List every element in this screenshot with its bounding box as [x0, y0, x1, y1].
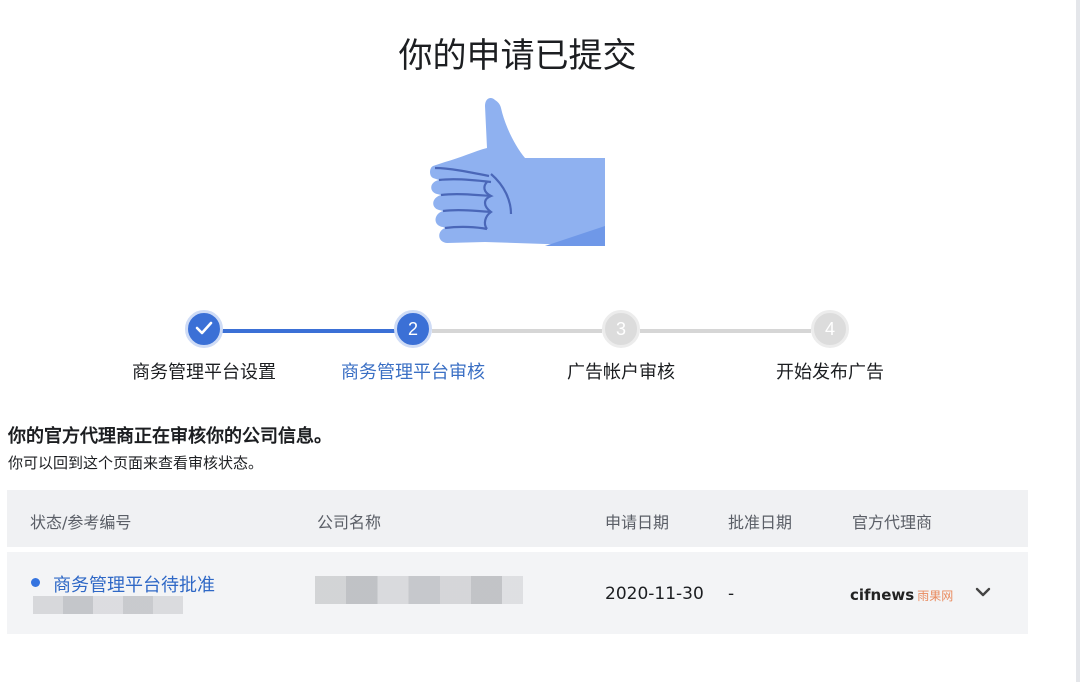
chevron-down-icon[interactable]: [975, 583, 991, 603]
step-2-circle: 2: [394, 310, 432, 348]
agent-logo: cifnews 雨果网: [850, 586, 953, 604]
header-approve-date: 批准日期: [728, 513, 793, 532]
step-connector: [432, 329, 602, 333]
step-1-circle: [185, 310, 223, 348]
apply-date: 2020-11-30: [605, 584, 704, 604]
approve-date: -: [728, 584, 735, 604]
page-title: 你的申请已提交: [398, 36, 637, 76]
company-name-redacted: [315, 576, 523, 604]
step-3-circle: 3: [602, 310, 640, 348]
step-1-label: 商务管理平台设置: [132, 362, 276, 383]
thumbs-up-icon: [425, 96, 610, 256]
status-dot: [31, 578, 40, 587]
step-connector-complete: [222, 329, 395, 333]
status-text: 商务管理平台待批准: [53, 575, 215, 596]
agent-logo-cn: 雨果网: [917, 589, 954, 603]
header-company: 公司名称: [317, 513, 382, 532]
table-row[interactable]: 商务管理平台待批准 2020-11-30 - cifnews 雨果网: [7, 552, 1028, 634]
step-2-label: 商务管理平台审核: [341, 362, 485, 383]
agent-logo-main: cifnews: [850, 586, 915, 604]
table-header: 状态/参考编号 公司名称 申请日期 批准日期 官方代理商: [7, 490, 1028, 547]
reference-number-redacted: [33, 596, 183, 614]
check-icon: [195, 319, 213, 340]
review-subheading: 你可以回到这个页面来查看审核状态。: [8, 454, 264, 472]
step-4-label: 开始发布广告: [776, 362, 884, 383]
step-3-label: 广告帐户审核: [567, 362, 675, 383]
header-status: 状态/参考编号: [30, 513, 132, 532]
header-agent: 官方代理商: [852, 513, 933, 532]
step-connector: [640, 329, 811, 333]
review-heading: 你的官方代理商正在审核你的公司信息。: [8, 426, 332, 447]
application-table: 状态/参考编号 公司名称 申请日期 批准日期 官方代理商 商务管理平台待批准 2…: [7, 490, 1028, 634]
header-apply-date: 申请日期: [605, 513, 670, 532]
step-4-circle: 4: [811, 310, 849, 348]
progress-stepper: 2 3 4 商务管理平台设置 商务管理平台审核 广告帐户审核 开始发布广告: [0, 310, 1080, 390]
